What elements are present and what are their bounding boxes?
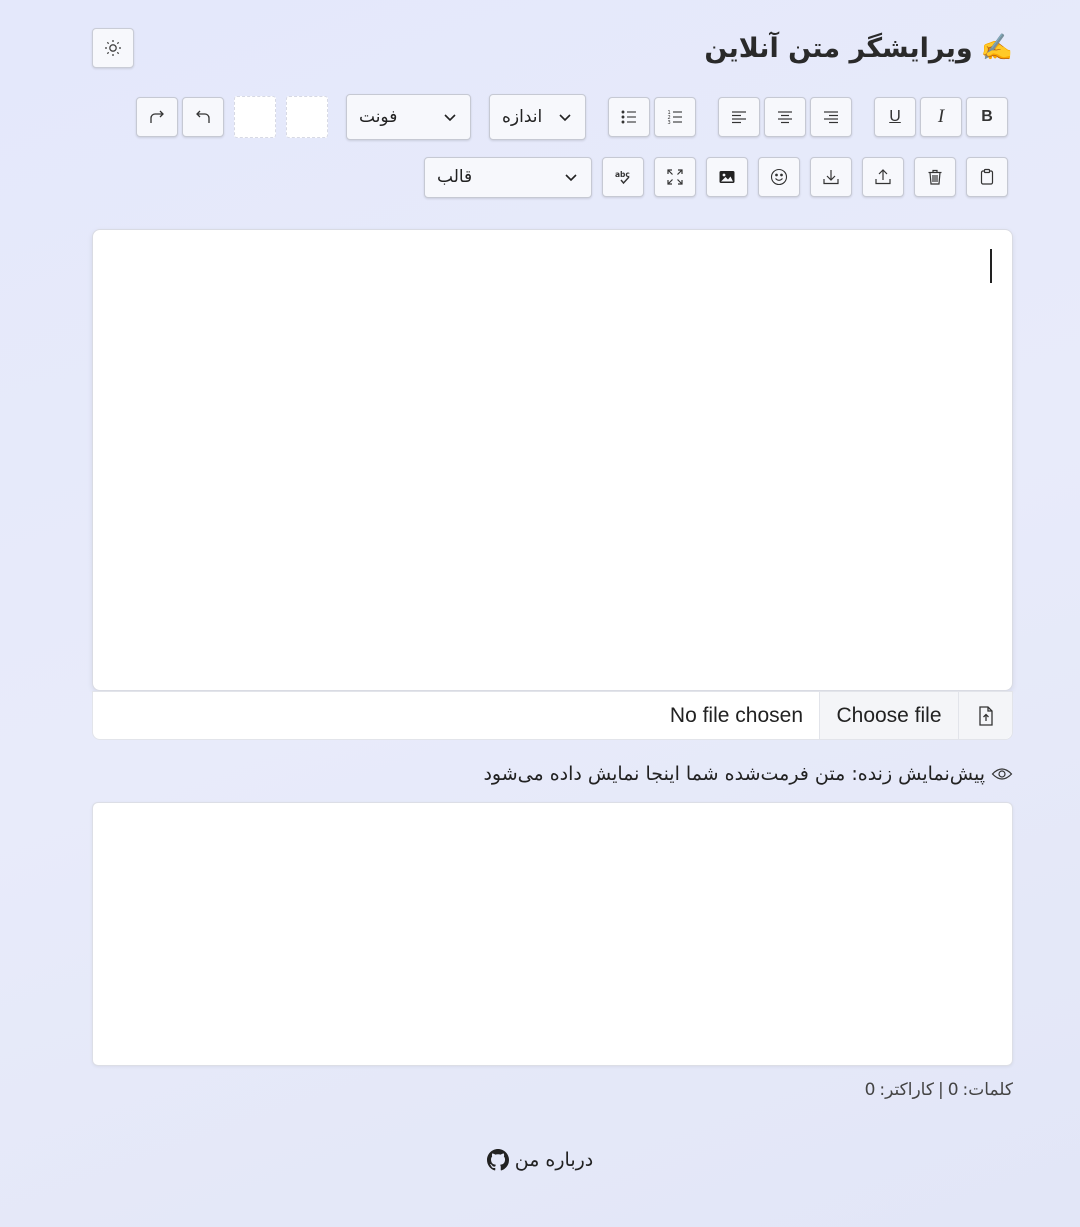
insert-image-button[interactable]	[706, 157, 748, 197]
stats-separator: |	[937, 1080, 944, 1100]
fullscreen-icon	[667, 169, 683, 185]
github-icon	[486, 1149, 509, 1171]
ordered-list-icon: 123	[668, 110, 682, 126]
list-group: 123	[604, 97, 696, 137]
page-title: ✍️ ویرایشگر متن آنلاین	[704, 28, 1013, 68]
words-count: 0	[947, 1080, 959, 1100]
file-input[interactable]: Choose file No file chosen	[92, 691, 1013, 740]
align-right-button[interactable]	[810, 97, 852, 137]
ordered-list-button[interactable]: 123	[654, 97, 696, 137]
underline-icon: U	[889, 108, 901, 125]
live-preview	[92, 802, 1013, 1066]
trash-icon	[928, 169, 942, 185]
clear-button[interactable]	[914, 157, 956, 197]
align-left-icon	[732, 111, 746, 124]
undo-button[interactable]	[182, 97, 224, 137]
toolbar-row-formatting: B I U 123 اندازه فونت	[132, 94, 1008, 140]
text-caret	[990, 249, 992, 283]
text-style-group: B I U	[870, 97, 1008, 137]
align-left-button[interactable]	[718, 97, 760, 137]
history-group	[132, 97, 224, 137]
fullscreen-button[interactable]	[654, 157, 696, 197]
about-me-label: درباره من	[514, 1149, 594, 1171]
italic-icon: I	[937, 106, 945, 127]
word-char-counter: کلمات: 0 | کاراکتر: 0	[865, 1078, 1013, 1102]
text-color-swatch[interactable]	[286, 96, 328, 138]
italic-button[interactable]: I	[920, 97, 962, 137]
upload-button[interactable]	[862, 157, 904, 197]
template-select[interactable]: قالب	[424, 156, 592, 198]
svg-text:3: 3	[668, 120, 671, 126]
page-title-text: ویرایشگر متن آنلاین	[704, 32, 973, 64]
align-center-icon	[778, 111, 792, 124]
paste-button[interactable]	[966, 157, 1008, 197]
header: ✍️ ویرایشگر متن آنلاین	[92, 28, 1013, 70]
emoji-button[interactable]	[758, 157, 800, 197]
chars-label: کاراکتر:	[879, 1080, 934, 1100]
about-me-link[interactable]: درباره من	[486, 1149, 594, 1171]
words-label: کلمات:	[962, 1080, 1013, 1100]
eye-icon	[991, 768, 1013, 780]
emoji-icon	[770, 168, 788, 186]
align-center-button[interactable]	[764, 97, 806, 137]
file-upload-icon-box[interactable]	[958, 692, 1012, 739]
font-size-select-value: اندازه	[502, 107, 543, 127]
footer: درباره من	[0, 1145, 1080, 1175]
undo-icon	[196, 110, 210, 123]
chevron-down-icon	[559, 114, 571, 122]
download-button[interactable]	[810, 157, 852, 197]
file-upload-icon	[978, 705, 993, 726]
spellcheck-button[interactable]: abc	[602, 157, 644, 197]
toolbar-row-actions: abc قالب	[424, 156, 1008, 198]
unordered-list-icon	[621, 110, 636, 124]
file-status-text: No file chosen	[669, 703, 803, 727]
preview-label: پیش‌نمایش زنده: متن فرمت‌شده شما اینجا ن…	[483, 760, 1013, 788]
upload-icon	[875, 169, 891, 185]
font-size-select[interactable]: اندازه	[489, 94, 586, 140]
unordered-list-button[interactable]	[608, 97, 650, 137]
spellcheck-icon: abc	[615, 170, 630, 185]
underline-button[interactable]: U	[874, 97, 916, 137]
font-family-select-value: فونت	[359, 107, 398, 127]
writing-hand-icon: ✍️	[980, 33, 1013, 63]
text-editor[interactable]	[92, 229, 1013, 691]
bold-button[interactable]: B	[966, 97, 1008, 137]
paste-icon	[980, 168, 994, 185]
bold-icon: B	[981, 108, 993, 125]
sun-icon	[105, 40, 121, 56]
download-icon	[823, 170, 839, 185]
chevron-down-icon	[444, 114, 456, 122]
background-color-swatch[interactable]	[234, 96, 276, 138]
chevron-down-icon	[565, 174, 577, 182]
template-select-value: قالب	[437, 167, 473, 187]
app-container: ✍️ ویرایشگر متن آنلاین B I U 1 2 3 انداز…	[92, 0, 1013, 1227]
theme-toggle-button[interactable]	[92, 28, 134, 68]
chars-count: 0	[864, 1080, 876, 1100]
font-family-select[interactable]: فونت	[346, 94, 471, 140]
image-icon	[719, 171, 735, 183]
choose-file-button[interactable]: Choose file	[819, 692, 958, 739]
align-right-icon	[824, 111, 838, 124]
preview-label-text: پیش‌نمایش زنده: متن فرمت‌شده شما اینجا ن…	[483, 763, 985, 785]
alignment-group	[714, 97, 852, 137]
redo-icon	[150, 110, 164, 123]
redo-button[interactable]	[136, 97, 178, 137]
